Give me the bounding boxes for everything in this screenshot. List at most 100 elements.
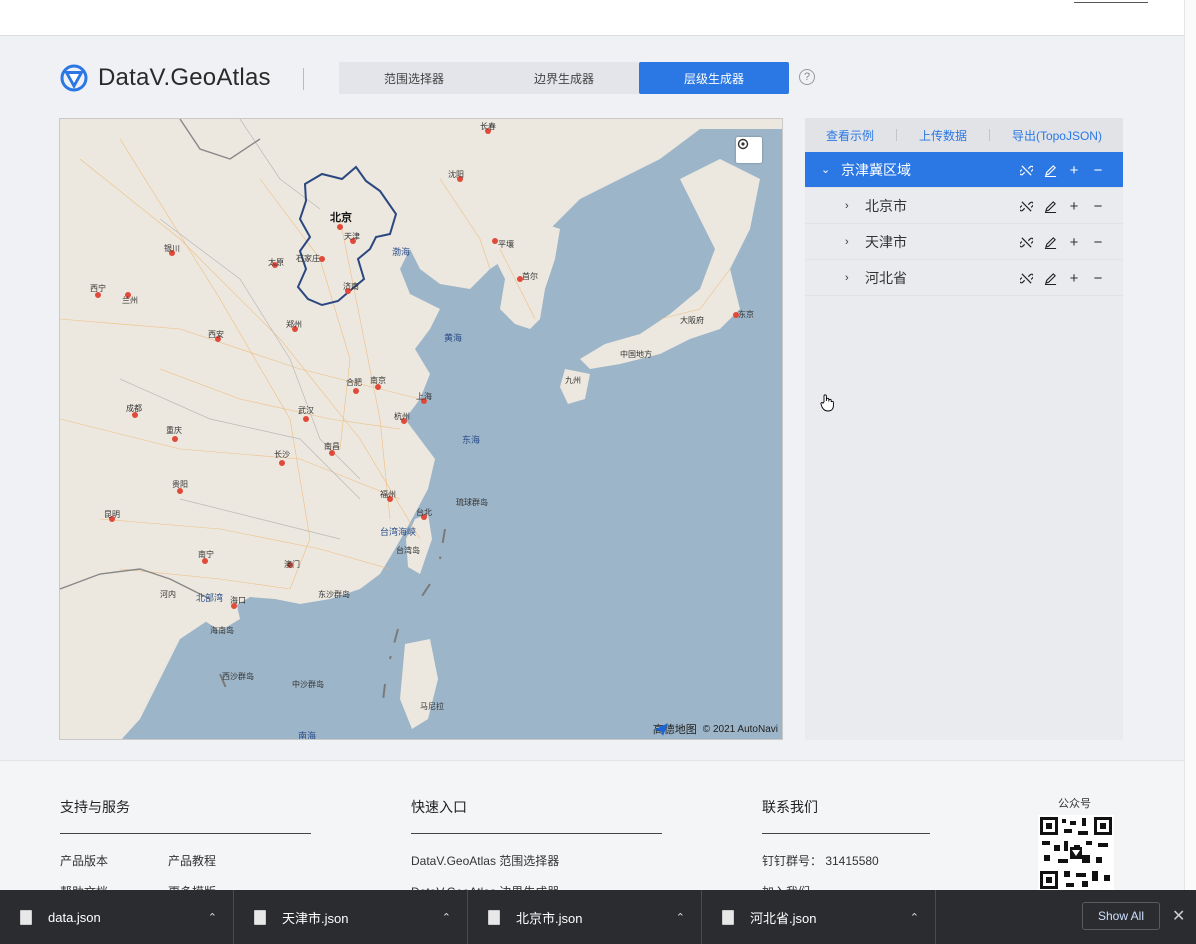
view-example-link[interactable]: 查看示例 <box>826 127 874 144</box>
remove-icon[interactable]: − <box>1091 271 1105 286</box>
chevron-up-icon[interactable]: ⌃ <box>442 911 451 924</box>
file-icon <box>254 909 266 925</box>
map-label-nanchang: 南昌 <box>324 442 340 451</box>
add-icon[interactable]: + <box>1067 235 1081 250</box>
brand-logo[interactable]: DataV.GeoAtlas <box>58 64 271 92</box>
download-filename: 天津市.json <box>282 910 349 926</box>
map-label-lanzhou: 兰州 <box>122 296 138 305</box>
map-label-jiuzhou: 九州 <box>565 376 581 385</box>
tree-node-hebei[interactable]: › 河北省 + − <box>805 260 1123 296</box>
locate-button[interactable] <box>736 137 762 163</box>
upload-data-link[interactable]: 上传数据 <box>919 127 967 144</box>
map-attribution: 高德地图 © 2021 AutoNavi <box>653 721 778 737</box>
add-icon[interactable]: + <box>1067 163 1081 178</box>
remove-icon[interactable]: − <box>1091 163 1105 178</box>
map-label-changsha: 长沙 <box>274 450 290 459</box>
hierarchy-panel: 查看示例 上传数据 导出(TopoJSON) ⌄ 京津冀区域 + − › 北京市… <box>805 118 1123 740</box>
footer-contact-title: 联系我们 <box>762 799 818 815</box>
footer-link[interactable]: 产品版本 <box>60 854 108 868</box>
map-label-aomen: 澳门 <box>284 560 300 569</box>
chevron-up-icon[interactable]: ⌃ <box>676 911 685 924</box>
download-item[interactable]: 河北省.json ⌃ <box>702 890 936 944</box>
map-label-zhongshanglingdao: 中沙群岛 <box>292 680 324 689</box>
map-label-dafu: 大阪府 <box>680 316 704 325</box>
footer-rule <box>411 833 662 834</box>
remove-icon[interactable]: − <box>1091 199 1105 214</box>
chevron-right-icon[interactable]: › <box>845 236 859 248</box>
download-filename: data.json <box>48 909 101 925</box>
map-label-shenyang: 沈阳 <box>448 170 464 179</box>
unlink-icon[interactable] <box>1019 271 1033 285</box>
tab-hierarchy-generator[interactable]: 层级生成器 <box>639 62 789 94</box>
map-label-taibei: 台北 <box>416 508 432 517</box>
export-topojson-link[interactable]: 导出(TopoJSON) <box>1012 127 1102 144</box>
unlink-icon[interactable] <box>1019 235 1033 249</box>
add-icon[interactable]: + <box>1067 199 1081 214</box>
chevron-up-icon[interactable]: ⌃ <box>208 911 217 924</box>
map-label-ryukyu: 琉球群岛 <box>456 498 488 507</box>
map-label-chengdu: 成都 <box>126 404 142 413</box>
tree-node-beijing[interactable]: › 北京市 + − <box>805 188 1123 224</box>
chevron-right-icon[interactable]: › <box>845 272 859 284</box>
add-icon[interactable]: + <box>1067 271 1081 286</box>
row-actions: + − <box>1019 188 1105 224</box>
map-label-taiwanstrait: 台湾海峡 <box>380 527 417 537</box>
map-label-dongshaqundao: 东沙群岛 <box>318 590 350 599</box>
page-scrollbar[interactable] <box>1184 0 1196 890</box>
download-item[interactable]: 北京市.json ⌃ <box>468 890 702 944</box>
footer-quick: 快速入口 DataV.GeoAtlas 范围选择器 DataV.GeoAtlas… <box>411 797 662 900</box>
footer-quick-title: 快速入口 <box>411 799 467 815</box>
edit-icon[interactable] <box>1043 271 1057 285</box>
show-all-button[interactable]: Show All <box>1082 902 1160 930</box>
map-label-taiyuan: 太原 <box>268 258 284 267</box>
download-filename: 河北省.json <box>750 910 817 926</box>
map-label-hanoi: 河内 <box>160 590 176 599</box>
unlink-icon[interactable] <box>1019 163 1033 177</box>
close-icon[interactable]: ✕ <box>1172 906 1185 926</box>
locate-icon <box>737 138 749 150</box>
footer-support: 支持与服务 产品版本 产品教程 帮助文档 更多模版 <box>60 797 311 900</box>
chevron-down-icon[interactable]: ⌄ <box>821 163 835 176</box>
map-label-seoul: 首尔 <box>522 272 538 281</box>
chevron-up-icon[interactable]: ⌃ <box>910 911 919 924</box>
edit-icon[interactable] <box>1043 163 1057 177</box>
map-view[interactable]: 北京 天津 石家庄 太原 济南 郑州 西安 兰州 西宁 银川 成都 重庆 武汉 … <box>59 118 783 740</box>
tab-range-selector[interactable]: 范围选择器 <box>339 62 489 94</box>
tab-boundary-generator[interactable]: 边界生成器 <box>489 62 639 94</box>
map-label-beijing: 北京 <box>330 212 352 224</box>
map-label-nanhai: 南海 <box>298 731 317 740</box>
tree-node-jingjinji[interactable]: ⌄ 京津冀区域 + − <box>805 152 1123 188</box>
row-actions: + − <box>1019 260 1105 296</box>
edit-icon[interactable] <box>1043 199 1057 213</box>
edit-icon[interactable] <box>1043 235 1057 249</box>
tree-node-label: 河北省 <box>865 269 907 286</box>
download-shelf: data.json ⌃ 天津市.json ⌃ 北京市.json ⌃ 河北省.js… <box>0 890 1196 944</box>
download-item[interactable]: 天津市.json ⌃ <box>234 890 468 944</box>
tree-node-label: 天津市 <box>865 233 907 250</box>
chevron-right-icon[interactable]: › <box>845 200 859 212</box>
map-label-zhongguo: 中国地方 <box>620 350 652 359</box>
map-label-xian: 西安 <box>208 330 224 339</box>
map-label-changchun: 长春 <box>480 122 496 131</box>
remove-icon[interactable]: − <box>1091 235 1105 250</box>
map-label-beibuwan: 北部湾 <box>196 593 224 603</box>
map-label-nanning: 南宁 <box>198 550 214 559</box>
tree-node-label: 京津冀区域 <box>841 161 911 178</box>
map-label-jinan: 济南 <box>343 282 359 291</box>
footer-contact: 联系我们 钉钉群号： 31415580 加入我们 <box>762 797 930 900</box>
map-label-hefei: 合肥 <box>346 378 362 387</box>
tree-node-tianjin[interactable]: › 天津市 + − <box>805 224 1123 260</box>
row-actions: + − <box>1019 224 1105 260</box>
unlink-icon[interactable] <box>1019 199 1033 213</box>
map-label-taiwan: 台湾岛 <box>396 546 420 555</box>
browser-top-area <box>0 0 1184 36</box>
action-divider <box>895 129 897 141</box>
footer-link[interactable]: DataV.GeoAtlas 范围选择器 <box>411 852 662 869</box>
footer-link[interactable]: 产品教程 <box>168 852 216 869</box>
download-item[interactable]: data.json ⌃ <box>0 890 234 944</box>
map-label-hangzhou: 杭州 <box>394 412 410 421</box>
qr-label: 公众号 <box>1058 798 1091 810</box>
tree-node-label: 北京市 <box>865 197 907 214</box>
help-icon[interactable]: ? <box>799 69 815 85</box>
amap-logo-icon <box>653 723 668 736</box>
